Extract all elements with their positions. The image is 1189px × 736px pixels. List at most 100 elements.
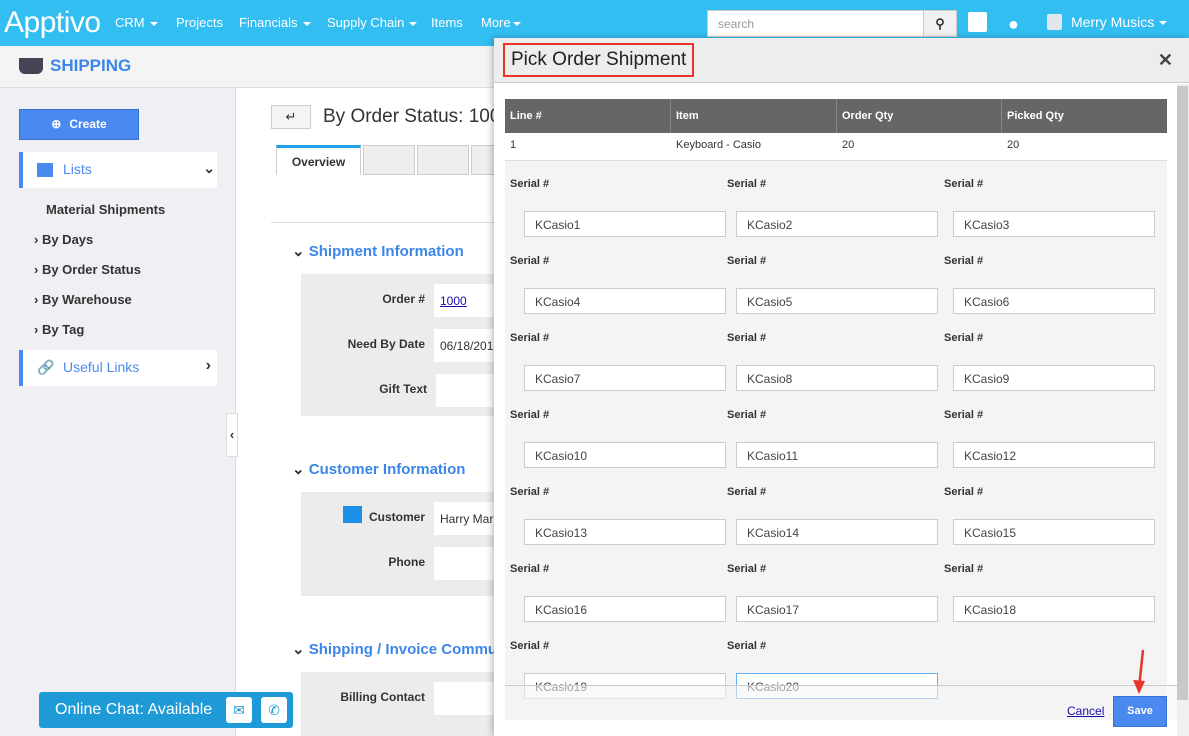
chevron-right-icon: › <box>34 292 42 307</box>
collapse-sidebar-toggle[interactable]: ‹ <box>226 413 238 457</box>
chat-message-icon[interactable]: ✉ <box>226 697 252 723</box>
serial-input-8[interactable]: KCasio8 <box>736 365 938 391</box>
useful-links-label: Useful Links <box>63 359 140 375</box>
serial-input-1[interactable]: KCasio1 <box>524 211 726 237</box>
search-input[interactable]: search <box>707 10 924 37</box>
apptivo-logo[interactable]: Apptivo <box>4 6 101 40</box>
section-shipment-information[interactable]: ⌄ Shipment Information <box>292 242 464 260</box>
section-customer-information[interactable]: ⌄ Customer Information <box>292 460 465 478</box>
create-button[interactable]: ⊕ Create <box>19 109 139 140</box>
nav-crm[interactable]: CRM <box>115 15 158 30</box>
sidebar-item-by-tag[interactable]: › By Tag <box>34 322 84 337</box>
create-label: Create <box>69 117 107 131</box>
sidebar-item-material-shipments[interactable]: Material Shipments <box>46 202 165 217</box>
nav-more[interactable]: More <box>481 15 521 30</box>
chevron-right-icon: › <box>205 357 211 374</box>
serial-input-18[interactable]: KCasio18 <box>953 596 1155 622</box>
back-button[interactable]: ↵ <box>271 105 311 129</box>
serial-input-16[interactable]: KCasio16 <box>524 596 726 622</box>
sidebar-useful-links[interactable]: 🔗 Useful Links › <box>19 350 217 386</box>
serial-label: Serial # <box>510 178 550 190</box>
serial-input-10[interactable]: KCasio10 <box>524 442 726 468</box>
serial-label: Serial # <box>727 409 767 421</box>
serial-input-15[interactable]: KCasio15 <box>953 519 1155 545</box>
customer-field[interactable]: Harry Mark <box>434 502 500 535</box>
ship-icon <box>19 58 43 74</box>
serial-label: Serial # <box>944 563 984 575</box>
scrollbar-thumb[interactable] <box>1177 86 1188 700</box>
divider <box>271 222 501 223</box>
tab-overview[interactable]: Overview <box>276 145 361 175</box>
serial-input-4[interactable]: KCasio4 <box>524 288 726 314</box>
column-order-qty: Order Qty <box>837 99 1002 133</box>
sidebar-item-by-days[interactable]: › By Days <box>34 232 93 247</box>
sidebar-item-by-order-status[interactable]: › By Order Status <box>34 262 141 277</box>
nav-supply-chain[interactable]: Supply Chain <box>327 15 418 30</box>
order-field: 1000 <box>434 284 500 317</box>
order-link[interactable]: 1000 <box>440 294 467 308</box>
serial-input-9[interactable]: KCasio9 <box>953 365 1155 391</box>
page-title: By Order Status: 1000 <box>323 106 511 127</box>
cell-order-qty: 20 <box>842 139 855 151</box>
caret-down-icon <box>302 21 311 26</box>
chat-status: Online Chat: Available <box>55 701 213 718</box>
item-label: By Tag <box>41 322 85 337</box>
serial-label: Serial # <box>727 486 767 498</box>
chevron-down-icon: ⌄ <box>292 461 309 478</box>
serial-input-2[interactable]: KCasio2 <box>736 211 938 237</box>
section-title: Shipping / Invoice Communication <box>308 641 494 658</box>
user-menu[interactable]: Merry Musics <box>1071 14 1168 30</box>
serial-input-12[interactable]: KCasio12 <box>953 442 1155 468</box>
serial-input-6[interactable]: KCasio6 <box>953 288 1155 314</box>
tab-calendar-icon[interactable] <box>417 145 469 175</box>
phone-field[interactable] <box>434 547 500 580</box>
serial-input-3[interactable]: KCasio3 <box>953 211 1155 237</box>
close-icon[interactable]: ✕ <box>1158 50 1173 71</box>
avatar[interactable] <box>1047 14 1062 30</box>
nav-label: Financials <box>239 15 298 30</box>
serial-label: Serial # <box>727 332 767 344</box>
sidebar-item-by-warehouse[interactable]: › By Warehouse <box>34 292 132 307</box>
order-label: Order # <box>382 292 425 306</box>
serial-label: Serial # <box>944 178 984 190</box>
chevron-right-icon: › <box>34 232 42 247</box>
calendar-grid-icon <box>37 163 53 177</box>
serial-input-13[interactable]: KCasio13 <box>524 519 726 545</box>
phone-icon[interactable]: ✆ <box>261 697 287 723</box>
caret-down-icon <box>512 21 521 26</box>
cell-item: Keyboard - Casio <box>676 139 761 151</box>
serial-input-17[interactable]: KCasio17 <box>736 596 938 622</box>
serial-label: Serial # <box>510 563 550 575</box>
dialog-title: Pick Order Shipment <box>503 43 695 77</box>
serial-input-7[interactable]: KCasio7 <box>524 365 726 391</box>
section-title: Customer Information <box>308 461 466 478</box>
serial-input-11[interactable]: KCasio11 <box>736 442 938 468</box>
search-icon[interactable]: ⚲ <box>923 10 957 37</box>
chevron-right-icon: › <box>34 322 42 337</box>
section-shipping-invoice[interactable]: ⌄ Shipping / Invoice Communication <box>292 640 494 658</box>
need-by-field[interactable]: 06/18/2018 <box>434 329 500 362</box>
billing-contact-field[interactable] <box>434 682 500 715</box>
user-network-icon[interactable]: ● <box>1008 14 1026 34</box>
table-header: Line # Item Order Qty Picked Qty <box>505 99 1167 133</box>
sidebar-lists[interactable]: Lists ⌄ <box>19 152 217 188</box>
cancel-link[interactable]: Cancel <box>1067 704 1104 718</box>
lists-label: Lists <box>63 161 92 177</box>
customer-label: Customer <box>368 510 425 524</box>
nav-label: Supply Chain <box>327 15 405 30</box>
tab-list-icon[interactable] <box>363 145 415 175</box>
red-arrow-annotation <box>1133 649 1145 694</box>
serial-input-5[interactable]: KCasio5 <box>736 288 938 314</box>
column-picked-qty: Picked Qty <box>1007 110 1064 122</box>
nav-financials[interactable]: Financials <box>239 15 311 30</box>
nav-items[interactable]: Items <box>431 15 463 30</box>
serial-input-14[interactable]: KCasio14 <box>736 519 938 545</box>
nav-projects[interactable]: Projects <box>176 15 223 30</box>
serial-label: Serial # <box>727 640 767 652</box>
online-chat-widget[interactable]: Online Chat: Available <box>39 692 293 728</box>
app-title: SHIPPING <box>50 56 132 75</box>
gift-text-field[interactable] <box>436 374 502 407</box>
link-icon: 🔗 <box>37 359 55 375</box>
store-icon[interactable] <box>968 12 987 32</box>
save-button[interactable]: Save <box>1113 696 1167 727</box>
